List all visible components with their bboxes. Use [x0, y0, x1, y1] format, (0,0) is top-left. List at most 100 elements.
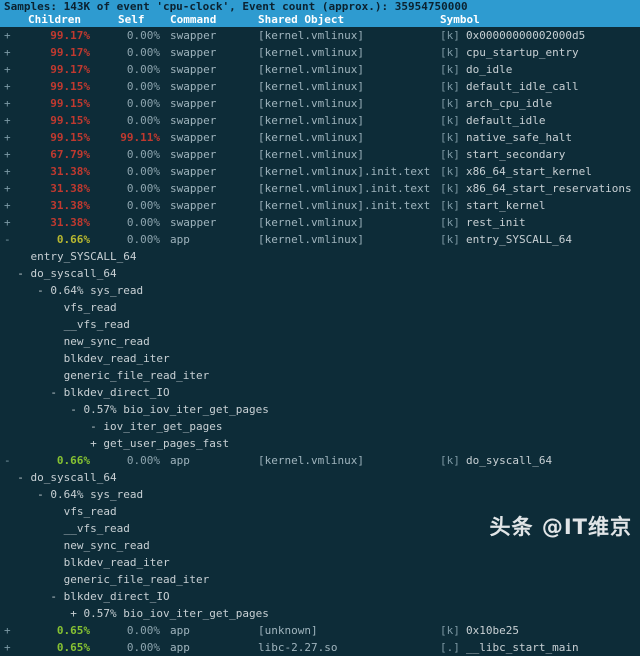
callchain-row[interactable]: vfs_read	[0, 299, 640, 316]
symbol-kind-marker: [k]	[440, 80, 460, 93]
table-row[interactable]: +99.15% 0.00% swapper [kernel.vmlinux] [k] de…	[0, 78, 640, 95]
shared-object-name: libc-2.27.so	[258, 641, 338, 654]
table-row[interactable]: - 0.66% 0.00% app [kernel.vmlinux] [k] entry_S…	[0, 231, 640, 248]
self-percent: 0.00%	[126, 80, 160, 93]
expand-icon[interactable]: +	[4, 639, 11, 656]
shared-object-name: [kernel.vmlinux]	[258, 80, 364, 93]
symbol-kind-marker: [k]	[440, 63, 460, 76]
symbol-name: do_idle	[466, 63, 513, 76]
report-rows: +99.17% 0.00% swapper [kernel.vmlinux] [k] 0x…	[0, 27, 640, 656]
callchain-row[interactable]: vfs_read	[0, 503, 640, 520]
callchain-row[interactable]: blkdev_read_iter	[0, 350, 640, 367]
callchain-row[interactable]: - iov_iter_get_pages	[0, 418, 640, 435]
collapse-icon[interactable]: -	[4, 231, 11, 248]
column-header-shared-object[interactable]: Shared Object	[258, 13, 344, 27]
callchain-row[interactable]: generic_file_read_iter	[0, 571, 640, 588]
table-row[interactable]: +99.17% 0.00% swapper [kernel.vmlinux] [k] do…	[0, 61, 640, 78]
callchain-row[interactable]: - blkdev_direct_IO	[0, 384, 640, 401]
expand-icon[interactable]: +	[4, 163, 11, 180]
table-row[interactable]: +99.15% 99.11% swapper [kernel.vmlinux] [k] n…	[0, 129, 640, 146]
expand-icon[interactable]: +	[4, 622, 11, 639]
self-percent: 0.00%	[126, 165, 160, 178]
expand-icon[interactable]: +	[4, 78, 11, 95]
table-row[interactable]: +99.17% 0.00% swapper [kernel.vmlinux] [k] cp…	[0, 44, 640, 61]
table-row[interactable]: +31.38% 0.00% swapper [kernel.vmlinux].init…	[0, 197, 640, 214]
self-percent: 0.00%	[126, 46, 160, 59]
symbol-name: cpu_startup_entry	[466, 46, 579, 59]
command-name: swapper	[170, 182, 217, 195]
expand-icon[interactable]: +	[4, 214, 11, 231]
self-percent: 0.00%	[126, 641, 160, 654]
table-row[interactable]: - 0.66% 0.00% app [kernel.vmlinux] [k] do_sysc…	[0, 452, 640, 469]
collapse-icon[interactable]: -	[4, 452, 11, 469]
expand-icon[interactable]: +	[4, 44, 11, 61]
table-row[interactable]: +99.15% 0.00% swapper [kernel.vmlinux] [k] de…	[0, 112, 640, 129]
expand-icon[interactable]: +	[4, 197, 11, 214]
table-row[interactable]: +67.79% 0.00% swapper [kernel.vmlinux] [k] st…	[0, 146, 640, 163]
expand-icon[interactable]: +	[4, 61, 11, 78]
callchain-row[interactable]: - 0.64% sys_read	[0, 282, 640, 299]
symbol-kind-marker: [k]	[440, 216, 460, 229]
callchain-row[interactable]: entry_SYSCALL_64	[0, 248, 640, 265]
callchain-row[interactable]: new_sync_read	[0, 537, 640, 554]
shared-object-name: [kernel.vmlinux]	[258, 131, 364, 144]
self-percent: 0.00%	[126, 233, 160, 246]
callchain-row[interactable]: generic_file_read_iter	[0, 367, 640, 384]
expand-icon[interactable]: +	[4, 95, 11, 112]
callchain-row[interactable]: - do_syscall_64	[0, 469, 640, 486]
expand-icon[interactable]: +	[4, 27, 11, 44]
table-row[interactable]: +31.38% 0.00% swapper [kernel.vmlinux].init…	[0, 180, 640, 197]
expand-icon[interactable]: +	[4, 129, 11, 146]
callchain-row[interactable]: - blkdev_direct_IO	[0, 588, 640, 605]
symbol-kind-marker: [k]	[440, 165, 460, 178]
column-header-self[interactable]: Self	[118, 13, 145, 27]
callchain-row[interactable]: __vfs_read	[0, 316, 640, 333]
symbol-kind-marker: [k]	[440, 454, 460, 467]
callchain-row[interactable]: - 0.64% sys_read	[0, 486, 640, 503]
command-name: swapper	[170, 165, 217, 178]
column-header-children[interactable]: Children	[28, 13, 81, 27]
callchain-row[interactable]: __vfs_read	[0, 520, 640, 537]
symbol-name: start_kernel	[466, 199, 546, 212]
shared-object-name: [kernel.vmlinux].init.text	[258, 165, 431, 178]
symbol-kind-marker: [k]	[440, 114, 460, 127]
symbol-kind-marker: [k]	[440, 199, 460, 212]
perf-report-window: Samples: 143K of event 'cpu-clock', Even…	[0, 0, 640, 654]
callchain-row[interactable]: blkdev_read_iter	[0, 554, 640, 571]
children-percent: 0.66%	[56, 233, 90, 246]
symbol-kind-marker: [k]	[440, 46, 460, 59]
expand-icon[interactable]: +	[4, 112, 11, 129]
table-row[interactable]: +31.38% 0.00% swapper [kernel.vmlinux] [k] re…	[0, 214, 640, 231]
callchain-row[interactable]: + 0.57% bio_iov_iter_get_pages	[0, 605, 640, 622]
table-row[interactable]: +99.15% 0.00% swapper [kernel.vmlinux] [k] ar…	[0, 95, 640, 112]
self-percent: 0.00%	[126, 199, 160, 212]
table-row[interactable]: +31.38% 0.00% swapper [kernel.vmlinux].init…	[0, 163, 640, 180]
children-percent: 99.15%	[50, 80, 90, 93]
command-name: swapper	[170, 80, 217, 93]
symbol-name: default_idle	[466, 114, 546, 127]
self-percent: 0.00%	[126, 63, 160, 76]
callchain-row[interactable]: - do_syscall_64	[0, 265, 640, 282]
column-header-command[interactable]: Command	[170, 13, 216, 27]
expand-icon[interactable]: +	[4, 180, 11, 197]
command-name: swapper	[170, 97, 217, 110]
symbol-kind-marker: [k]	[440, 148, 460, 161]
table-row[interactable]: +0.65% 0.00% app libc-2.27.so [.] __libc_star…	[0, 639, 640, 656]
table-row[interactable]: +0.65% 0.00% app [unknown] [k] 0x10be25	[0, 622, 640, 639]
self-percent: 0.00%	[126, 29, 160, 42]
expand-icon[interactable]: +	[4, 146, 11, 163]
callchain-row[interactable]: - 0.57% bio_iov_iter_get_pages	[0, 401, 640, 418]
shared-object-name: [kernel.vmlinux]	[258, 216, 364, 229]
self-percent: 0.00%	[126, 454, 160, 467]
shared-object-name: [kernel.vmlinux]	[258, 114, 364, 127]
symbol-name: 0x00000000002000d5	[466, 29, 586, 42]
callchain-row[interactable]: + get_user_pages_fast	[0, 435, 640, 452]
column-header-symbol[interactable]: Symbol	[440, 13, 480, 27]
shared-object-name: [kernel.vmlinux]	[258, 454, 364, 467]
symbol-name: do_syscall_64	[466, 454, 553, 467]
symbol-name: 0x10be25	[466, 624, 519, 637]
symbol-name: x86_64_start_kernel	[466, 165, 592, 178]
table-row[interactable]: +99.17% 0.00% swapper [kernel.vmlinux] [k] 0x…	[0, 27, 640, 44]
children-percent: 31.38%	[50, 165, 90, 178]
callchain-row[interactable]: new_sync_read	[0, 333, 640, 350]
